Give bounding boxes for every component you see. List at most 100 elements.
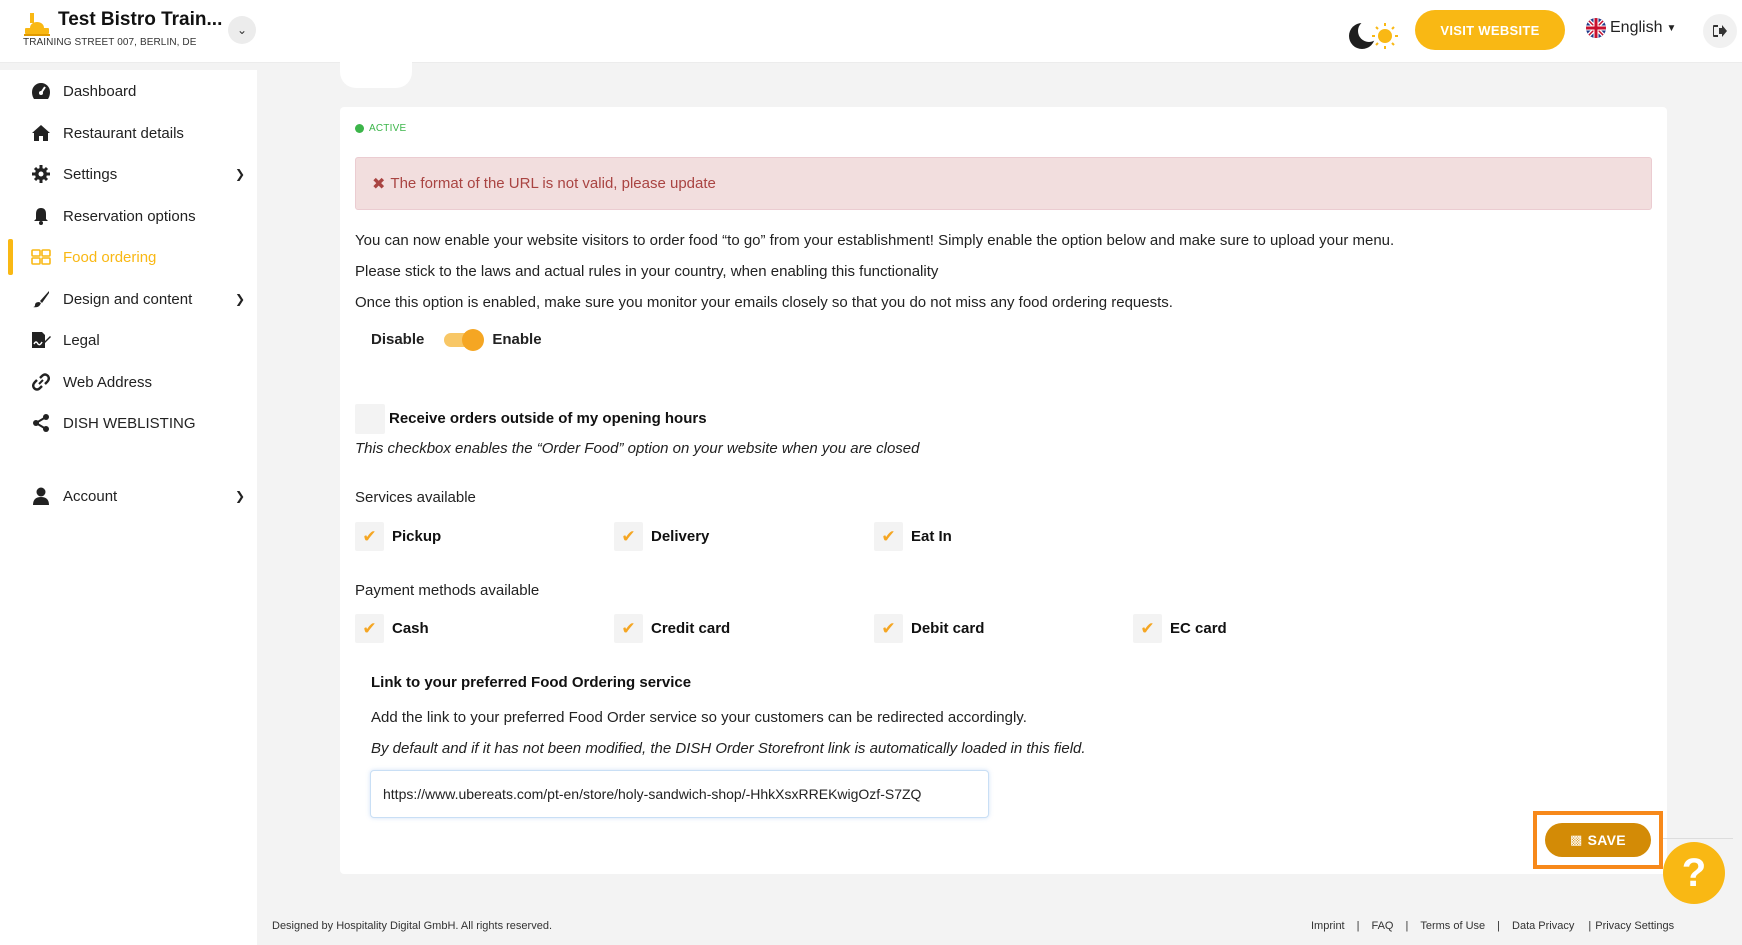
toggle-on-label: Enable <box>492 330 542 348</box>
link-section-description: Add the link to your preferred Food Orde… <box>371 709 1027 726</box>
outside-hours-checkbox[interactable] <box>355 404 385 434</box>
bell-icon <box>31 206 51 226</box>
status-dot <box>355 124 364 133</box>
footer-separator: | <box>1356 920 1360 932</box>
sidebar-item-dish-weblisting[interactable]: DISH WEBLISTING <box>0 405 257 441</box>
food-ordering-card <box>340 107 1667 874</box>
food-ordering-toggle-row: Disable Enable <box>371 329 542 351</box>
checkmark-icon[interactable]: ✔ <box>355 614 384 643</box>
option-label: Pickup <box>392 528 442 545</box>
checkmark-icon[interactable]: ✔ <box>874 522 903 551</box>
option-label: Eat In <box>911 528 952 545</box>
sidebar-item-web-address[interactable]: Web Address <box>0 364 257 400</box>
chef-logo-icon <box>24 13 50 36</box>
language-label: English <box>1610 19 1663 36</box>
services-title: Services available <box>355 489 476 506</box>
footer-link-terms[interactable]: Terms of Use <box>1420 920 1485 932</box>
sidebar-item-label: Restaurant details <box>63 124 184 142</box>
footer-link-imprint[interactable]: Imprint <box>1311 920 1345 932</box>
sidebar-item-label: DISH WEBLISTING <box>63 414 196 432</box>
save-button[interactable]: ▩ SAVE <box>1545 823 1651 857</box>
link-section-title: Link to your preferred Food Ordering ser… <box>371 674 692 691</box>
save-label: SAVE <box>1587 832 1626 848</box>
chevron-down-icon: ⌄ <box>236 23 248 37</box>
brand[interactable]: Test Bistro Train... <box>22 9 222 39</box>
sidebar-item-label: Account <box>63 487 118 505</box>
toggle-knob <box>462 329 485 351</box>
payment-ec-card-option[interactable]: ✔ EC card <box>1133 614 1227 643</box>
status-label: ACTIVE <box>369 123 407 134</box>
chevron-down-icon: ❯ <box>235 489 246 503</box>
outside-hours-label: Receive orders outside of my opening hou… <box>389 410 707 427</box>
checkmark-icon[interactable]: ✔ <box>1133 614 1162 643</box>
sidebar-item-label: Food ordering <box>63 248 157 266</box>
outside-hours-note: This checkbox enables the “Order Food” o… <box>355 440 920 457</box>
footer-link-data-privacy[interactable]: Data Privacy <box>1512 920 1574 932</box>
footer-separator: | <box>1588 920 1592 932</box>
chevron-down-icon: ▼ <box>1666 22 1677 34</box>
restaurant-name: Test Bistro Train... <box>58 9 223 30</box>
option-label: Credit card <box>651 620 731 637</box>
food-ordering-toggle[interactable] <box>444 329 485 351</box>
sidebar-item-reservation-options[interactable]: Reservation options <box>0 198 257 234</box>
checkmark-icon[interactable]: ✔ <box>355 522 384 551</box>
payment-debit-card-option[interactable]: ✔ Debit card <box>874 614 984 643</box>
footer-link-privacy-settings[interactable]: Privacy Settings <box>1595 920 1674 932</box>
gear-icon <box>31 164 51 184</box>
sidebar: Dashboard Restaurant details Settings ❯ … <box>0 70 257 945</box>
option-label: EC card <box>1170 620 1227 637</box>
option-label: Delivery <box>651 528 710 545</box>
intro-line-3: Once this option is enabled, make sure y… <box>355 294 1173 311</box>
sidebar-item-legal[interactable]: Legal <box>0 322 257 358</box>
sidebar-item-dashboard[interactable]: Dashboard <box>0 73 257 109</box>
user-icon <box>31 486 51 506</box>
footer-link-faq[interactable]: FAQ <box>1371 920 1393 932</box>
food-ordering-url-input[interactable] <box>370 770 989 818</box>
sidebar-item-food-ordering[interactable]: Food ordering <box>0 239 257 275</box>
option-label: Debit card <box>911 620 985 637</box>
sidebar-item-restaurant-details[interactable]: Restaurant details <box>0 115 257 151</box>
chevron-down-icon: ❯ <box>235 167 246 181</box>
sidebar-item-label: Design and content <box>63 290 193 308</box>
restaurant-switch-button[interactable]: ⌄ <box>228 16 256 44</box>
sidebar-item-account[interactable]: Account ❯ <box>0 478 257 514</box>
top-header: Test Bistro Train... TRAINING STREET 007… <box>0 0 1742 63</box>
footer-links: Imprint | FAQ | Terms of Use | Data Priv… <box>1311 920 1674 932</box>
document-sign-icon <box>31 330 51 350</box>
service-pickup-option[interactable]: ✔ Pickup <box>355 522 441 551</box>
sidebar-item-settings[interactable]: Settings ❯ <box>0 156 257 192</box>
brush-icon <box>31 289 51 309</box>
sidebar-item-design-and-content[interactable]: Design and content ❯ <box>0 281 257 317</box>
moon-sun-icon[interactable] <box>1345 17 1405 51</box>
toggle-off-label: Disable <box>371 330 425 348</box>
visit-website-button[interactable]: VISIT WEBSITE <box>1415 10 1565 50</box>
link-icon <box>31 372 51 392</box>
payment-cash-option[interactable]: ✔ Cash <box>355 614 429 643</box>
intro-line-2: Please stick to the laws and actual rule… <box>355 263 939 280</box>
payments-title: Payment methods available <box>355 582 540 599</box>
sidebar-item-label: Legal <box>63 331 100 349</box>
logout-button[interactable] <box>1703 14 1737 48</box>
intro-line-1: You can now enable your website visitors… <box>355 232 1395 249</box>
active-indicator <box>8 239 13 275</box>
help-divider <box>1663 838 1733 839</box>
error-message: The format of the URL is not valid, plea… <box>390 175 716 192</box>
service-delivery-option[interactable]: ✔ Delivery <box>614 522 709 551</box>
service-eat-in-option[interactable]: ✔ Eat In <box>874 522 952 551</box>
error-x-icon: ✖ <box>372 175 386 193</box>
logout-icon <box>1713 25 1727 37</box>
food-icon <box>31 247 51 267</box>
floppy-disk-icon: ▩ <box>1570 832 1583 847</box>
sidebar-item-label: Dashboard <box>63 82 137 100</box>
status-badge: ACTIVE <box>355 123 406 134</box>
payment-credit-card-option[interactable]: ✔ Credit card <box>614 614 730 643</box>
checkmark-icon[interactable]: ✔ <box>614 522 643 551</box>
help-button[interactable]: ? <box>1663 842 1725 904</box>
checkmark-icon[interactable]: ✔ <box>874 614 903 643</box>
footer-copyright: Designed by Hospitality Digital GmbH. Al… <box>272 920 553 932</box>
error-alert: ✖ The format of the URL is not valid, pl… <box>355 157 1652 210</box>
language-selector[interactable]: English ▼ <box>1586 18 1676 38</box>
uk-flag-icon <box>1586 18 1606 38</box>
checkmark-icon[interactable]: ✔ <box>614 614 643 643</box>
question-mark-icon: ? <box>1681 850 1707 895</box>
